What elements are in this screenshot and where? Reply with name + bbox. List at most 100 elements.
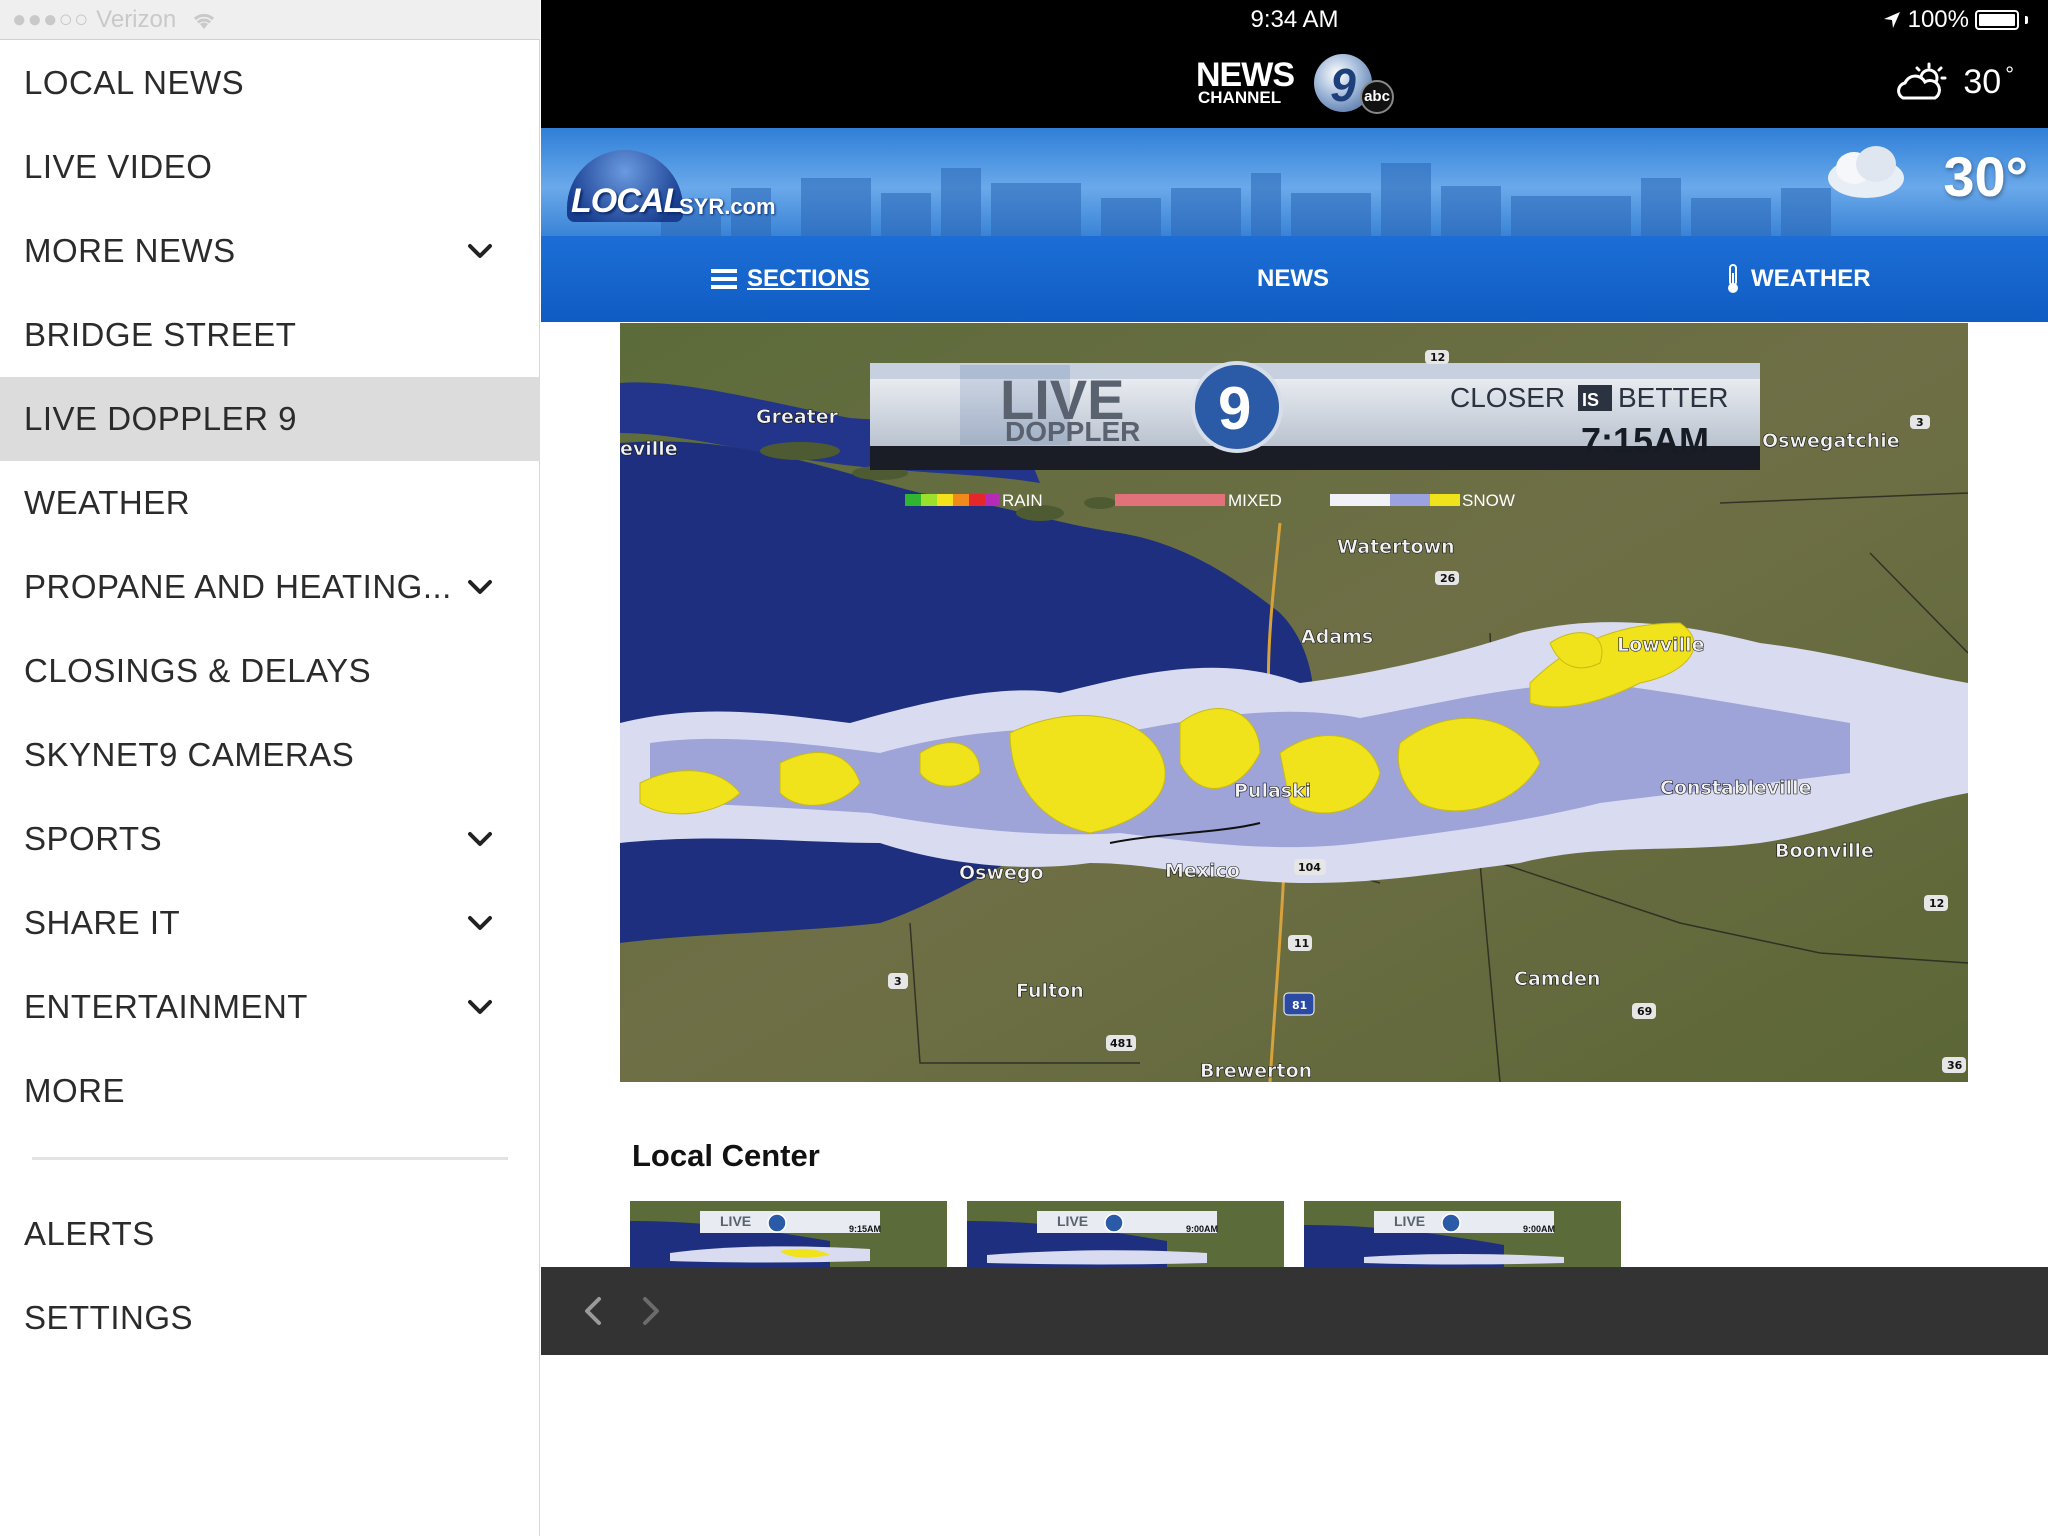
- newschannel9-logo[interactable]: NEWS CHANNEL 9 abc: [1196, 52, 1396, 116]
- live-doppler-radar-image[interactable]: LIVE DOPPLER 9 CLOSER IS BETTER 7:15AM R…: [620, 323, 1968, 1082]
- chevron-down-icon[interactable]: [464, 991, 496, 1023]
- route-shield: 36: [1947, 1059, 1963, 1072]
- logo-news-text: NEWS: [1196, 56, 1295, 94]
- status-time: 9:34 AM: [1250, 6, 1339, 33]
- place-label: eville: [620, 438, 678, 460]
- thumb-live-text: LIVE: [1394, 1213, 1425, 1229]
- route-shield: 12: [1430, 351, 1445, 364]
- precip-legend: [905, 494, 1460, 506]
- menu-item-sports[interactable]: SPORTS: [0, 797, 540, 881]
- menu-item-label: LIVE DOPPLER 9: [24, 400, 297, 437]
- chevron-down-icon[interactable]: [464, 235, 496, 267]
- battery-indicator: 100%: [1882, 6, 2028, 34]
- thumbnail-image: LIVE 9:00AM: [967, 1201, 1284, 1267]
- banner-cloud-icon: [1828, 146, 1904, 198]
- menu-item-label: WEATHER: [24, 484, 191, 521]
- menu-divider: [32, 1157, 508, 1160]
- back-arrow-icon[interactable]: [579, 1295, 607, 1327]
- menu-item-live-doppler-9[interactable]: LIVE DOPPLER 9: [0, 377, 540, 461]
- thumbnail-image: LIVE 9:15AM: [630, 1201, 947, 1267]
- signal-strength-icon: ●●●○○: [12, 6, 90, 33]
- place-label: Oswego: [959, 862, 1044, 884]
- chevron-down-icon[interactable]: [464, 571, 496, 603]
- nav-news[interactable]: NEWS: [1257, 236, 1329, 322]
- radar-thumbnail[interactable]: LIVE 9:00AM: [1304, 1201, 1621, 1267]
- menu-item-weather[interactable]: WEATHER: [0, 461, 540, 545]
- menu-item-more[interactable]: MORE: [0, 1049, 540, 1133]
- header-degree: °: [2005, 62, 2014, 87]
- carrier-indicator: ●●●○○ Verizon: [12, 6, 217, 34]
- menu-item-label: LOCAL NEWS: [24, 64, 245, 101]
- header-weather[interactable]: 30 °: [1895, 62, 2014, 102]
- place-label: Pulaski: [1234, 780, 1311, 802]
- partly-cloudy-icon: [1897, 62, 1947, 100]
- location-arrow-icon: [1883, 12, 1900, 28]
- section-nav: SECTIONS NEWS WEATHER: [541, 236, 2048, 322]
- nav-weather-label: WEATHER: [1751, 265, 1871, 292]
- nav-news-label: NEWS: [1257, 265, 1329, 292]
- menu-item-share-it[interactable]: SHARE IT: [0, 881, 540, 965]
- menu-item-propane-and-heating[interactable]: PROPANE AND HEATING...: [0, 545, 540, 629]
- place-label: Boonville: [1775, 840, 1874, 862]
- thumb-time: 9:00AM: [1186, 1224, 1218, 1234]
- menu-item-live-video[interactable]: LIVE VIDEO: [0, 125, 540, 209]
- place-label: Constableville: [1660, 777, 1812, 799]
- side-menu: ●●●○○ Verizon LOCAL NEWS LIVE VIDEO MORE…: [0, 0, 540, 1536]
- radar-thumbnail[interactable]: LIVE 9:15AM: [630, 1201, 947, 1267]
- battery-tip: [2025, 16, 2028, 24]
- app-header: 9:34 AM 100% NEWS CHANNEL 9 abc 30 °: [541, 0, 2048, 128]
- radar-doppler-text: DOPPLER: [1005, 416, 1140, 447]
- legend-mixed: MIXED: [1228, 491, 1282, 510]
- place-label: Oswegatchie: [1762, 430, 1900, 452]
- battery-icon: [1975, 10, 2019, 30]
- menu-item-alerts[interactable]: ALERTS: [0, 1192, 540, 1276]
- place-label: Camden: [1514, 968, 1601, 990]
- menu-item-label: SKYNET9 CAMERAS: [24, 736, 355, 773]
- wifi-icon: [193, 13, 214, 29]
- menu-item-local-news[interactable]: LOCAL NEWS: [0, 41, 540, 125]
- banner-temperature: 30°: [1943, 145, 2028, 208]
- thermometer-icon: [1728, 264, 1738, 293]
- menu-item-label: SETTINGS: [24, 1299, 194, 1336]
- place-label: Brewerton: [1200, 1060, 1312, 1082]
- localsyr-logo[interactable]: LOCAL SYR.com: [565, 150, 795, 230]
- menu-item-label: LIVE VIDEO: [24, 148, 213, 185]
- menu-item-label: ALERTS: [24, 1215, 155, 1252]
- menu-item-closings-delays[interactable]: CLOSINGS & DELAYS: [0, 629, 540, 713]
- route-shield: 3: [894, 975, 902, 988]
- thumb-time: 9:00AM: [1523, 1224, 1555, 1234]
- forward-arrow-icon[interactable]: [637, 1295, 665, 1327]
- route-shield: 12: [1929, 897, 1944, 910]
- menu-item-settings[interactable]: SETTINGS: [0, 1276, 540, 1360]
- chevron-down-icon[interactable]: [464, 823, 496, 855]
- place-label: Fulton: [1016, 980, 1084, 1002]
- tagline-is: IS: [1582, 390, 1599, 410]
- abc-logo: abc: [1360, 80, 1394, 114]
- chevron-down-icon[interactable]: [464, 907, 496, 939]
- menu-item-bridge-street[interactable]: BRIDGE STREET: [0, 293, 540, 377]
- thumb-time: 9:15AM: [849, 1224, 881, 1234]
- thumb-live-text: LIVE: [1057, 1213, 1088, 1229]
- place-label: Lowville: [1617, 634, 1705, 656]
- tagline-better: BETTER: [1618, 382, 1728, 413]
- menu-item-skynet9-cameras[interactable]: SKYNET9 CAMERAS: [0, 713, 540, 797]
- local-logo-domain: SYR.com: [679, 194, 776, 219]
- route-shield: 3: [1916, 416, 1924, 429]
- nav-sections[interactable]: SECTIONS: [711, 236, 870, 322]
- place-label: Mexico: [1165, 860, 1240, 882]
- route-shield: 481: [1110, 1037, 1133, 1050]
- route-shield: 81: [1292, 999, 1307, 1012]
- header-temperature: 30: [1963, 62, 2002, 101]
- route-shield: 26: [1440, 572, 1456, 585]
- nav-weather[interactable]: WEATHER: [1725, 236, 1871, 322]
- menu-item-more-news[interactable]: MORE NEWS: [0, 209, 540, 293]
- radar-thumbnail[interactable]: LIVE 9:00AM: [967, 1201, 1284, 1267]
- place-label: Adams: [1301, 626, 1373, 648]
- place-label: Greater: [756, 406, 839, 428]
- menu-item-entertainment[interactable]: ENTERTAINMENT: [0, 965, 540, 1049]
- nav-sections-label: SECTIONS: [747, 265, 870, 292]
- local-logo-text: LOCAL: [571, 182, 684, 220]
- menu-item-label: MORE NEWS: [24, 232, 236, 269]
- legend-snow: SNOW: [1462, 491, 1515, 510]
- carrier-name: Verizon: [96, 6, 177, 33]
